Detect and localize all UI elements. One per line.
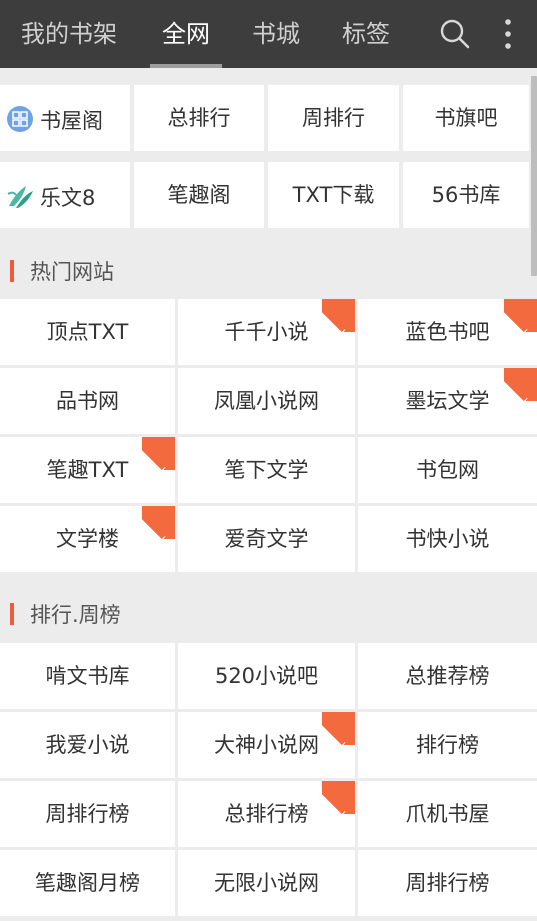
site-shuqiba[interactable]: 书旗吧 bbox=[403, 85, 529, 151]
grid-site-item[interactable]: 爪机书屋 bbox=[358, 781, 537, 847]
grid-site-item[interactable]: 蓝色书吧 HOT bbox=[358, 299, 537, 365]
site-label: 总排行 bbox=[167, 106, 231, 130]
grid-site-item[interactable]: 文学楼 HOT bbox=[0, 506, 175, 572]
section-accent-bar bbox=[10, 603, 14, 625]
grid-site-label: 爪机书屋 bbox=[405, 802, 490, 826]
grid-site-label: 书包网 bbox=[416, 458, 479, 482]
site-txt-download[interactable]: TXT下载 bbox=[268, 162, 399, 228]
search-icon[interactable] bbox=[438, 17, 472, 51]
grid-site-label: 爱奇文学 bbox=[224, 527, 309, 551]
grid-site-item[interactable]: 520小说吧 bbox=[178, 643, 355, 709]
grid-site-label: 顶点TXT bbox=[46, 320, 129, 344]
grid-site-label: 无限小说网 bbox=[214, 871, 319, 895]
hot-badge: HOT bbox=[142, 437, 175, 488]
grid-site-item[interactable]: 排行榜 bbox=[358, 712, 537, 778]
grid-site-item[interactable]: 品书网 bbox=[0, 368, 175, 434]
site-label: 书屋阁 bbox=[40, 109, 103, 133]
site-label: 周排行 bbox=[302, 106, 365, 130]
grid-site-item[interactable]: 我爱小说 bbox=[0, 712, 175, 778]
site-total-rank[interactable]: 总排行 bbox=[134, 85, 264, 151]
section-title: 热门网站 bbox=[30, 260, 114, 284]
grid-site-label: 啃文书库 bbox=[45, 664, 130, 688]
site-label: 笔趣阁 bbox=[167, 183, 231, 207]
site-label: TXT下载 bbox=[292, 183, 375, 207]
section-title: 排行.周榜 bbox=[30, 603, 121, 627]
grid-site-label: 总推荐榜 bbox=[405, 664, 490, 688]
grid-site-item[interactable]: 笔下文学 bbox=[178, 437, 355, 503]
grid-site-item[interactable]: 书快小说 bbox=[358, 506, 537, 572]
grid-site-item[interactable]: 大神小说网 HOT bbox=[178, 712, 355, 778]
site-weekly-rank[interactable]: 周排行 bbox=[268, 85, 399, 151]
tab-bookshelf[interactable]: 我的书架 bbox=[10, 0, 128, 68]
grid-site-label: 凤凰小说网 bbox=[214, 389, 319, 413]
grid-site-item[interactable]: 周排行榜 bbox=[0, 781, 175, 847]
grid-site-item[interactable]: 顶点TXT bbox=[0, 299, 175, 365]
grid-site-item[interactable]: 书包网 bbox=[358, 437, 537, 503]
grid-site-item[interactable]: 凤凰小说网 bbox=[178, 368, 355, 434]
more-vert-icon[interactable] bbox=[496, 18, 520, 50]
grid-site-label: 笔下文学 bbox=[224, 458, 309, 482]
grid-site-label: 笔趣阁月榜 bbox=[35, 871, 140, 895]
section-hot-sites-header: 热门网站 bbox=[0, 244, 537, 300]
site-lewen8[interactable]: 乐文8 bbox=[0, 162, 130, 228]
grid-site-item[interactable]: 笔趣TXT HOT bbox=[0, 437, 175, 503]
site-56shuku[interactable]: 56书库 bbox=[403, 162, 529, 228]
hot-badge: HOT bbox=[504, 368, 537, 419]
content-area: 书屋阁 总排行 周排行 书旗吧 乐文8 笔趣阁 TXT下载 56书库 热门网站 … bbox=[0, 68, 537, 921]
grid-site-item[interactable]: 笔趣阁月榜 bbox=[0, 850, 175, 916]
hot-badge: HOT bbox=[142, 506, 175, 557]
grid-site-label: 周排行榜 bbox=[405, 871, 490, 895]
site-label: 书旗吧 bbox=[434, 106, 498, 130]
tab-bookstore[interactable]: 书城 bbox=[240, 0, 312, 68]
hot-badge: HOT bbox=[322, 712, 355, 763]
site-biquge[interactable]: 笔趣阁 bbox=[134, 162, 264, 228]
grid-site-label: 我爱小说 bbox=[45, 733, 130, 757]
grid-site-label: 520小说吧 bbox=[214, 664, 319, 688]
site-shuwuge[interactable]: 书屋阁 bbox=[0, 85, 130, 151]
lewen-logo-icon bbox=[6, 182, 36, 215]
hot-badge: HOT bbox=[322, 299, 355, 350]
grid-site-label: 排行榜 bbox=[416, 733, 479, 757]
grid-site-item[interactable]: 墨坛文学 HOT bbox=[358, 368, 537, 434]
tab-all-web[interactable]: 全网 bbox=[140, 0, 232, 68]
grid-site-item[interactable]: 总排行榜 HOT bbox=[178, 781, 355, 847]
grid-site-label: 品书网 bbox=[56, 389, 119, 413]
tab-tags[interactable]: 标签 bbox=[326, 0, 406, 68]
grid-site-item[interactable]: 啃文书库 bbox=[0, 643, 175, 709]
grid-site-item[interactable]: 千千小说 HOT bbox=[178, 299, 355, 365]
top-bar: 我的书架 全网 书城 标签 bbox=[0, 0, 537, 68]
grid-site-label: 周排行榜 bbox=[45, 802, 130, 826]
hot-badge: HOT bbox=[504, 299, 537, 350]
grid-site-item[interactable]: 总推荐榜 bbox=[358, 643, 537, 709]
section-ranking-header: 排行.周榜 bbox=[0, 587, 537, 643]
grid-site-item[interactable]: 爱奇文学 bbox=[178, 506, 355, 572]
site-label: 56书库 bbox=[431, 183, 501, 207]
hot-badge: HOT bbox=[322, 781, 355, 832]
section-accent-bar bbox=[10, 260, 14, 282]
grid-site-item[interactable]: 无限小说网 bbox=[178, 850, 355, 916]
shuwuge-logo-icon bbox=[6, 105, 34, 138]
site-label: 乐文8 bbox=[40, 186, 96, 210]
grid-site-item[interactable]: 周排行榜 bbox=[358, 850, 537, 916]
grid-site-label: 书快小说 bbox=[405, 527, 490, 551]
